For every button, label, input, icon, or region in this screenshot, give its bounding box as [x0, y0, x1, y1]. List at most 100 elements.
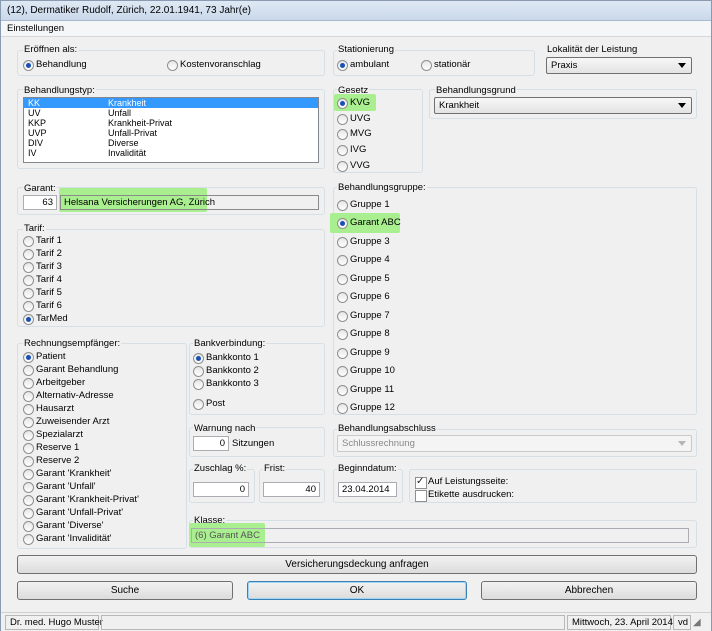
radio-vvg[interactable]: VVG	[337, 160, 370, 172]
list-item-kk[interactable]: KK Krankheit	[24, 98, 318, 108]
radio-garant-krankheit-privat[interactable]: Garant 'Krankheit-Privat'	[23, 494, 139, 506]
garant-label: Garant:	[23, 183, 57, 194]
warnung-unit: Sitzungen	[232, 438, 275, 449]
garant-number-input[interactable]: 63	[23, 195, 57, 210]
radio-bankkonto-2[interactable]: Bankkonto 2	[193, 365, 259, 377]
checkbox-leistungsseite[interactable]: Auf Leistungsseite:	[415, 476, 508, 489]
list-item-iv[interactable]: IV Invalidität	[24, 148, 318, 158]
radio-gruppe-5[interactable]: Gruppe 5	[337, 273, 390, 285]
eroeffnen-label: Eröffnen als:	[23, 44, 79, 55]
radio-stationaer[interactable]: stationär	[421, 59, 470, 71]
radio-garant-unfall[interactable]: Garant 'Unfall'	[23, 481, 96, 493]
menu-bar: Einstellungen	[1, 21, 711, 37]
radio-gruppe-12[interactable]: Gruppe 12	[337, 402, 395, 414]
abbrechen-button[interactable]: Abbrechen	[481, 581, 697, 600]
radio-gruppe-6[interactable]: Gruppe 6	[337, 291, 390, 303]
warnung-input[interactable]: 0	[193, 436, 229, 451]
radio-bankkonto-1[interactable]: Bankkonto 1	[193, 352, 259, 364]
radio-tarif-2[interactable]: Tarif 2	[23, 248, 62, 260]
versicherungsdeckung-button[interactable]: Versicherungsdeckung anfragen	[17, 555, 697, 574]
radio-tarif-3[interactable]: Tarif 3	[23, 261, 62, 273]
lokalitaet-value: Praxis	[551, 60, 578, 71]
ok-button[interactable]: OK	[247, 581, 467, 600]
behandlungsgruppe-label: Behandlungsgruppe:	[337, 182, 427, 193]
radio-hausarzt[interactable]: Hausarzt	[23, 403, 74, 415]
radio-tarmed[interactable]: TarMed	[23, 313, 68, 325]
beginndatum-input[interactable]: 23.04.2014	[338, 482, 397, 497]
radio-bankkonto-3[interactable]: Bankkonto 3	[193, 378, 259, 390]
list-item-div[interactable]: DIV Diverse	[24, 138, 318, 148]
garant-name-input[interactable]: Helsana Versicherungen AG, Zürich	[60, 195, 319, 210]
radio-post[interactable]: Post	[193, 398, 225, 410]
status-date: Mittwoch, 23. April 2014	[567, 615, 673, 630]
zuschlag-input[interactable]: 0	[193, 482, 249, 497]
rechnungsempfaenger-label: Rechnungsempfänger:	[23, 338, 122, 349]
radio-tarif-6[interactable]: Tarif 6	[23, 300, 62, 312]
chevron-down-icon	[678, 103, 686, 108]
status-bar: Dr. med. Hugo Muster Mittwoch, 23. April…	[1, 612, 711, 631]
zuschlag-label: Zuschlag %:	[193, 463, 248, 474]
radio-garant-invaliditaet[interactable]: Garant 'Invalidität'	[23, 533, 111, 545]
chevron-down-icon	[678, 63, 686, 68]
behandlungsgrund-select[interactable]: Krankheit	[434, 97, 692, 114]
behandlungsgrund-label: Behandlungsgrund	[435, 85, 517, 96]
radio-arbeitgeber[interactable]: Arbeitgeber	[23, 377, 85, 389]
radio-garant-behandlung[interactable]: Garant Behandlung	[23, 364, 118, 376]
resize-grip-icon[interactable]: ◢	[693, 617, 707, 629]
list-item-uv[interactable]: UV Unfall	[24, 108, 318, 118]
abschluss-label: Behandlungsabschluss	[337, 423, 437, 434]
radio-alternativ-adresse[interactable]: Alternativ-Adresse	[23, 390, 114, 402]
dialog-window: (12), Dermatiker Rudolf, Zürich, 22.01.1…	[0, 0, 712, 631]
abschluss-value: Schlussrechnung	[342, 438, 415, 449]
radio-gruppe-11[interactable]: Gruppe 11	[337, 384, 394, 396]
chevron-down-icon	[678, 441, 686, 446]
radio-patient[interactable]: Patient	[23, 351, 66, 363]
status-spacer	[101, 615, 565, 630]
behandlungstyp-list[interactable]: KK Krankheit UV Unfall KKP Krankheit-Privat…	[23, 97, 319, 163]
radio-garant-abc[interactable]: Garant ABC	[337, 217, 401, 229]
radio-ambulant[interactable]: ambulant	[337, 59, 389, 71]
beginndatum-label: Beginndatum:	[337, 463, 398, 474]
status-user: vd	[673, 615, 691, 630]
radio-ivg[interactable]: IVG	[337, 144, 366, 156]
frist-label: Frist:	[263, 463, 287, 474]
radio-gruppe-8[interactable]: Gruppe 8	[337, 328, 390, 340]
radio-kvg[interactable]: KVG	[337, 97, 370, 109]
radio-garant-unfall-privat[interactable]: Garant 'Unfall-Privat'	[23, 507, 123, 519]
suche-button[interactable]: Suche	[17, 581, 233, 600]
radio-uvg[interactable]: UVG	[337, 113, 371, 125]
radio-garant-krankheit[interactable]: Garant 'Krankheit'	[23, 468, 111, 480]
radio-spezialarzt[interactable]: Spezialarzt	[23, 429, 83, 441]
radio-garant-diverse[interactable]: Garant 'Diverse'	[23, 520, 104, 532]
lokalitaet-label: Lokalität der Leistung	[547, 44, 638, 55]
radio-behandlung[interactable]: Behandlung	[23, 59, 87, 71]
radio-gruppe-9[interactable]: Gruppe 9	[337, 347, 390, 359]
radio-gruppe-4[interactable]: Gruppe 4	[337, 254, 390, 266]
list-item-kkp[interactable]: KKP Krankheit-Privat	[24, 118, 318, 128]
behandlungstyp-label: Behandlungstyp:	[23, 85, 96, 96]
behandlungsgrund-value: Krankheit	[439, 100, 480, 111]
frist-input[interactable]: 40	[263, 482, 320, 497]
radio-gruppe-10[interactable]: Gruppe 10	[337, 365, 395, 377]
radio-zuweisender-arzt[interactable]: Zuweisender Arzt	[23, 416, 109, 428]
list-item-uvp[interactable]: UVP Unfall-Privat	[24, 128, 318, 138]
radio-tarif-5[interactable]: Tarif 5	[23, 287, 62, 299]
radio-mvg[interactable]: MVG	[337, 128, 372, 140]
radio-kostenvoranschlag[interactable]: Kostenvoranschlag	[167, 59, 261, 71]
radio-gruppe-1[interactable]: Gruppe 1	[337, 199, 390, 211]
bankverbindung-label: Bankverbindung:	[193, 338, 267, 349]
window-title: (12), Dermatiker Rudolf, Zürich, 22.01.1…	[1, 1, 711, 21]
stationierung-label: Stationierung	[337, 44, 395, 55]
lokalitaet-select[interactable]: Praxis	[546, 57, 692, 74]
klasse-input[interactable]: (6) Garant ABC	[191, 528, 689, 543]
abschluss-select[interactable]: Schlussrechnung	[337, 435, 692, 452]
radio-reserve-2[interactable]: Reserve 2	[23, 455, 79, 467]
radio-reserve-1[interactable]: Reserve 1	[23, 442, 79, 454]
checkbox-etikette[interactable]: Etikette ausdrucken:	[415, 489, 514, 502]
radio-gruppe-7[interactable]: Gruppe 7	[337, 310, 390, 322]
radio-gruppe-3[interactable]: Gruppe 3	[337, 236, 390, 248]
warnung-label: Warnung nach	[193, 423, 257, 434]
radio-tarif-4[interactable]: Tarif 4	[23, 274, 62, 286]
menu-einstellungen[interactable]: Einstellungen	[7, 23, 64, 34]
radio-tarif-1[interactable]: Tarif 1	[23, 235, 62, 247]
